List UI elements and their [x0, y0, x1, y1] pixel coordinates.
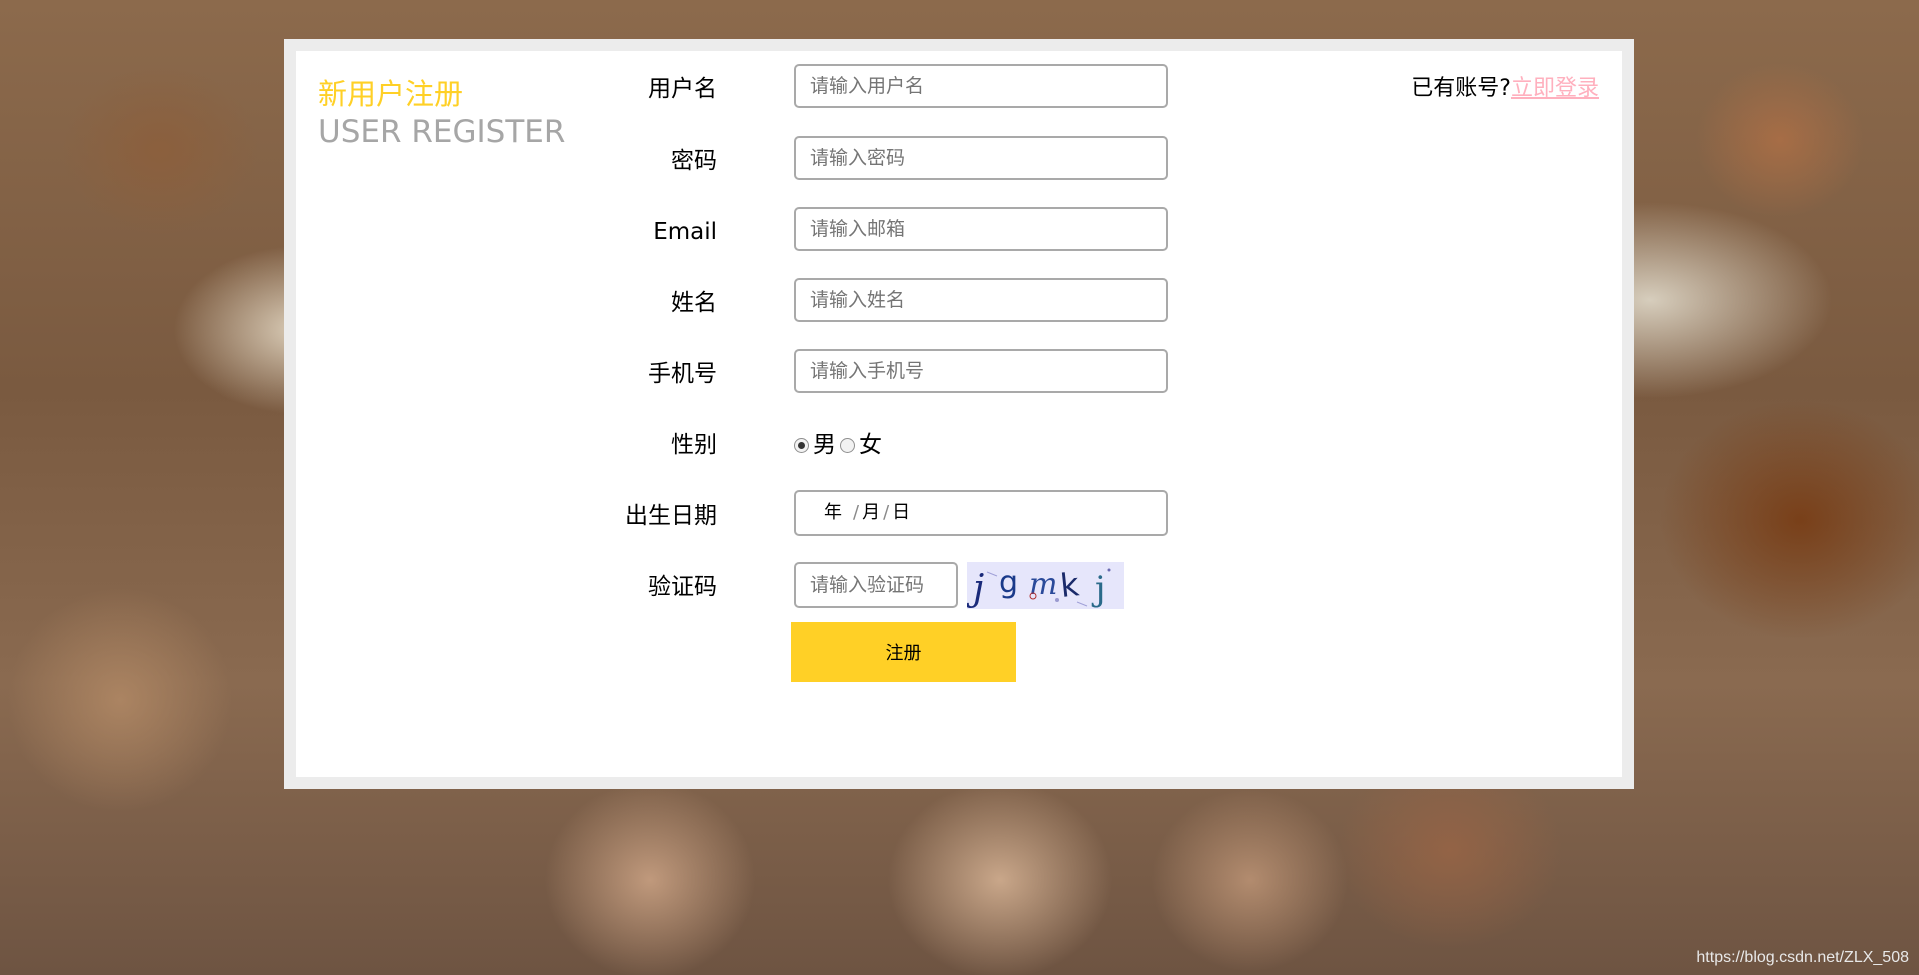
password-input[interactable]: [794, 136, 1168, 180]
login-prompt-row: 已有账号?立即登录: [1411, 74, 1599, 104]
captcha-image[interactable]: j g m k j: [966, 562, 1124, 609]
login-link[interactable]: 立即登录: [1511, 76, 1599, 101]
gender-label: 性别: [671, 432, 717, 458]
svg-text:k: k: [1058, 565, 1081, 605]
svg-text:j: j: [967, 568, 984, 609]
username-label: 用户名: [648, 76, 717, 102]
email-input[interactable]: [794, 207, 1168, 251]
birthday-day[interactable]: 日: [892, 502, 910, 523]
username-input[interactable]: [794, 64, 1168, 108]
captcha-graphic: j g m k j: [966, 565, 1111, 609]
phone-label: 手机号: [648, 361, 717, 387]
name-input[interactable]: [794, 278, 1168, 322]
gender-female-label[interactable]: 女: [859, 432, 882, 458]
gender-male-label[interactable]: 男: [813, 432, 836, 458]
birthday-month[interactable]: 月: [862, 502, 880, 523]
captcha-input[interactable]: [794, 562, 958, 608]
birthday-date-input[interactable]: 年 / 月 / 日: [794, 490, 1168, 536]
register-button[interactable]: 注册: [791, 622, 1016, 682]
date-separator: /: [853, 502, 860, 523]
phone-input[interactable]: [794, 349, 1168, 393]
email-label: Email: [653, 219, 717, 245]
date-separator: /: [883, 502, 890, 523]
watermark-text: https://blog.csdn.net/ZLX_508: [1696, 949, 1909, 966]
name-label: 姓名: [671, 290, 717, 316]
gender-male-radio[interactable]: [794, 438, 809, 453]
svg-text:m: m: [1029, 567, 1057, 602]
captcha-label: 验证码: [648, 574, 717, 600]
gender-radio-group: 男女: [794, 430, 886, 460]
birthday-year[interactable]: 年: [824, 502, 842, 523]
password-label: 密码: [671, 148, 717, 174]
login-prompt-text: 已有账号?: [1411, 76, 1511, 101]
birthday-label: 出生日期: [625, 503, 717, 529]
svg-text:g: g: [999, 565, 1018, 600]
page-title-cn: 新用户注册: [318, 77, 464, 111]
svg-text:j: j: [1091, 569, 1106, 609]
gender-female-radio[interactable]: [840, 438, 855, 453]
